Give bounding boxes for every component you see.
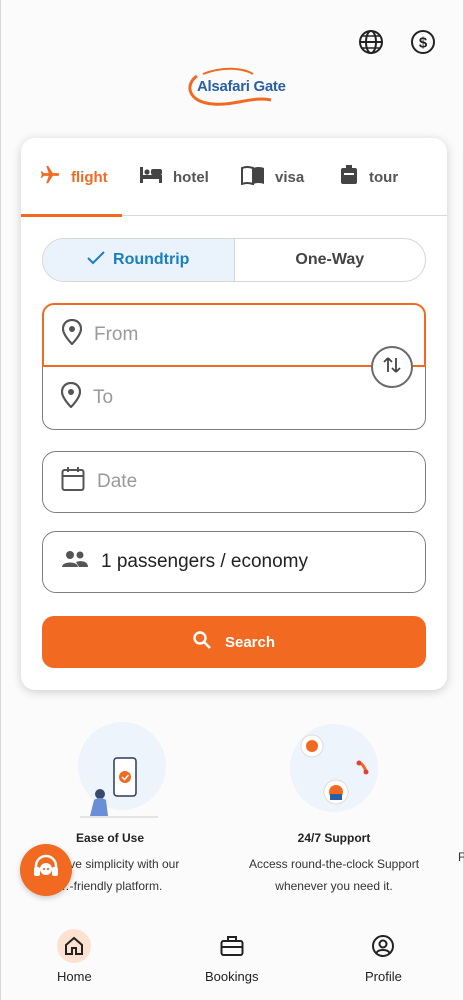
search-icon bbox=[193, 631, 211, 653]
tab-label: visa bbox=[275, 168, 305, 186]
to-field[interactable]: To bbox=[42, 367, 426, 430]
bottom-navigation: Home Bookings Profile bbox=[1, 915, 464, 1000]
headset-icon bbox=[31, 853, 61, 888]
book-icon bbox=[241, 165, 265, 189]
roundtrip-option[interactable]: Roundtrip bbox=[43, 239, 235, 281]
swap-locations-button[interactable] bbox=[371, 346, 413, 388]
nav-label: Profile bbox=[365, 969, 402, 984]
tab-label: tour bbox=[369, 168, 399, 186]
support-chat-button[interactable] bbox=[20, 844, 72, 896]
check-icon bbox=[87, 250, 105, 270]
roundtrip-label: Roundtrip bbox=[113, 251, 190, 268]
support-illustration bbox=[274, 724, 394, 824]
profile-icon bbox=[366, 929, 400, 963]
location-pin-icon bbox=[60, 381, 82, 414]
passengers-field[interactable]: 1 passengers / economy bbox=[42, 531, 426, 593]
brand-logo: Alsafari Gate bbox=[183, 66, 287, 112]
service-tabs: flight hotel visa tour bbox=[21, 138, 447, 217]
nav-label: Home bbox=[57, 969, 92, 984]
svg-text:$: $ bbox=[419, 35, 428, 52]
feature-desc-line: whenever you need it. bbox=[275, 879, 393, 893]
tab-label: flight bbox=[71, 168, 108, 186]
from-placeholder: From bbox=[94, 324, 139, 345]
swap-icon bbox=[382, 355, 402, 380]
nav-bookings[interactable]: Bookings bbox=[205, 929, 258, 984]
tab-flight[interactable]: flight bbox=[39, 138, 108, 216]
oneway-label: One-Way bbox=[295, 251, 365, 268]
briefcase-icon bbox=[215, 929, 249, 963]
tab-visa[interactable]: visa bbox=[241, 138, 304, 216]
luggage-icon bbox=[339, 164, 359, 190]
bed-icon bbox=[139, 165, 163, 189]
date-placeholder: Date bbox=[97, 471, 138, 492]
logo-text: Alsafari Gate bbox=[197, 78, 286, 95]
next-feature-peek: F bbox=[458, 850, 464, 864]
calendar-icon bbox=[61, 466, 85, 498]
tab-hotel[interactable]: hotel bbox=[139, 138, 209, 216]
nav-home[interactable]: Home bbox=[57, 929, 92, 984]
nav-label: Bookings bbox=[205, 969, 259, 984]
dollar-icon[interactable]: $ bbox=[409, 28, 437, 56]
globe-icon[interactable] bbox=[357, 28, 385, 56]
nav-profile[interactable]: Profile bbox=[365, 929, 402, 984]
feature-title: 24/7 Support bbox=[297, 831, 371, 845]
search-label: Search bbox=[224, 633, 276, 651]
to-placeholder: To bbox=[93, 387, 114, 408]
tab-label: hotel bbox=[173, 168, 209, 186]
tab-tour[interactable]: tour bbox=[339, 138, 398, 216]
trip-type-toggle: Roundtrip One-Way bbox=[42, 238, 426, 282]
location-pin-icon bbox=[61, 318, 83, 351]
feature-title: Ease of Use bbox=[75, 831, 145, 845]
plane-icon bbox=[39, 164, 61, 190]
feature-support: 24/7 Support Access round-the-clock Supp… bbox=[218, 720, 450, 897]
active-tab-indicator bbox=[21, 214, 122, 217]
search-card: flight hotel visa tour Roundtrip One-Way… bbox=[21, 138, 447, 690]
search-button[interactable]: Search bbox=[42, 616, 426, 668]
passengers-value: 1 passengers / economy bbox=[101, 551, 309, 572]
from-field[interactable]: From bbox=[42, 303, 426, 367]
oneway-option[interactable]: One-Way bbox=[235, 239, 426, 281]
feature-desc-line: Access round-the-clock Support bbox=[248, 857, 420, 871]
feature-description: Access round-the-clock Support whenever … bbox=[218, 853, 450, 897]
home-icon bbox=[57, 929, 92, 963]
header-actions: $ bbox=[357, 28, 437, 56]
people-icon bbox=[61, 549, 89, 575]
date-field[interactable]: Date bbox=[42, 451, 426, 513]
phone-check-illustration bbox=[50, 722, 170, 824]
